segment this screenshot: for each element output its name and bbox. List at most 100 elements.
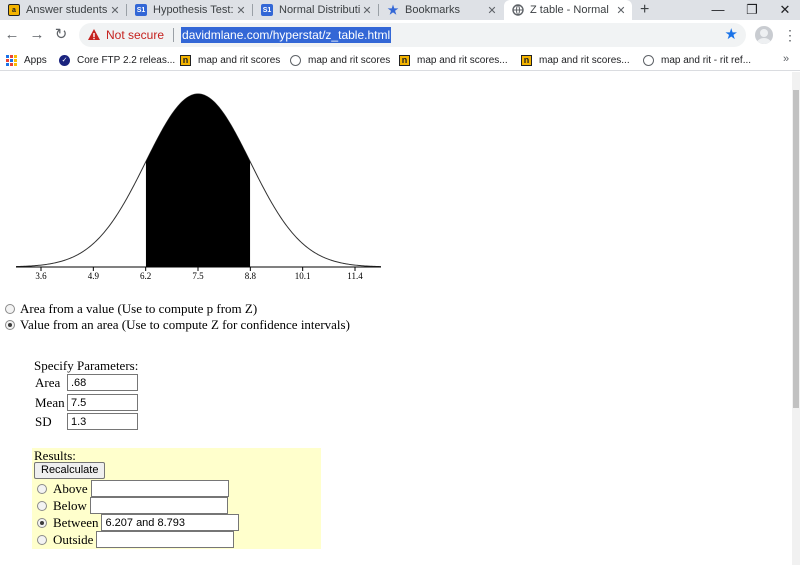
area-input[interactable] — [67, 374, 138, 391]
mode-option-value-from-area[interactable]: Value from an area (Use to compute Z for… — [5, 317, 350, 333]
area-row: Area — [35, 374, 138, 391]
bookmark-label: map and rit scores... — [539, 55, 630, 66]
window-close-icon[interactable]: ✕ — [770, 0, 800, 20]
below-label: Below — [53, 497, 87, 513]
below-radio[interactable] — [37, 500, 47, 511]
bookmark-map-rit-4[interactable]: n map and rit scores... — [521, 53, 630, 68]
bookmark-apps[interactable]: Apps — [6, 53, 47, 68]
address-bar[interactable]: Not secure davidmlane.com/hyperstat/z_ta… — [79, 23, 746, 47]
x-tick-label: 10.1 — [295, 271, 311, 281]
sd-row: SD — [35, 413, 138, 430]
profile-avatar-icon[interactable] — [755, 26, 773, 44]
warning-triangle-icon[interactable] — [87, 28, 101, 42]
page-content: 3.6 4.9 6.2 7.5 8.8 10.1 11.4 Area from a valu… — [0, 72, 792, 565]
star-favicon: ★ — [387, 3, 399, 17]
tab-label: Answer students' — [26, 4, 108, 16]
restore-icon[interactable]: ❐ — [737, 0, 767, 20]
st-favicon: S1 — [135, 4, 147, 16]
x-tick-label: 6.2 — [140, 271, 151, 281]
tab-label: Hypothesis Test: D — [153, 4, 234, 16]
between-output[interactable] — [101, 514, 240, 531]
tab-hypothesis-test[interactable]: S1 Hypothesis Test: D ✕ — [127, 0, 253, 20]
reload-icon[interactable]: ↻ — [50, 24, 72, 46]
bookmark-star-icon[interactable]: ★ — [725, 25, 738, 43]
more-bookmarks-chevron-icon[interactable]: » — [783, 53, 789, 65]
sd-input[interactable] — [67, 413, 138, 430]
result-below-row: Below — [37, 497, 228, 514]
omnibox-divider — [173, 28, 175, 42]
outside-label: Outside — [53, 531, 94, 547]
between-radio[interactable] — [37, 517, 47, 528]
results-panel: Results: Recalculate Above Below Between… — [32, 448, 321, 549]
answer-favicon: a — [8, 4, 20, 16]
close-icon[interactable]: ✕ — [485, 4, 499, 17]
not-secure-label[interactable]: Not secure — [106, 28, 164, 42]
outside-radio[interactable] — [37, 534, 47, 545]
bookmark-label: map and rit scores... — [417, 55, 508, 66]
x-axis-ticks: 3.6 4.9 6.2 7.5 8.8 10.1 11.4 — [35, 267, 363, 281]
mean-row: Mean — [35, 394, 138, 411]
recalculate-button[interactable]: Recalculate — [34, 462, 106, 479]
mode-radio-area-from-value[interactable] — [5, 304, 15, 314]
bookmark-label: map and rit scores — [198, 55, 281, 66]
result-above-row: Above — [37, 480, 229, 497]
bookmark-map-rit-5[interactable]: map and rit - rit ref... — [643, 53, 751, 68]
mode-option-area-from-value[interactable]: Area from a value (Use to compute p from… — [5, 301, 257, 317]
mode-label: Value from an area (Use to compute Z for… — [20, 317, 350, 332]
x-tick-label: 3.6 — [35, 271, 47, 281]
x-tick-label: 4.9 — [88, 271, 100, 281]
shaded-region — [145, 94, 251, 267]
tab-normal-distribution[interactable]: S1 Normal Distributi ✕ — [253, 0, 379, 20]
url-text[interactable]: davidmlane.com/hyperstat/z_table.html — [181, 27, 392, 43]
back-arrow-icon[interactable]: ← — [1, 24, 23, 46]
n-icon: n — [399, 55, 410, 66]
result-between-row: Between — [37, 514, 240, 531]
above-output[interactable] — [90, 480, 229, 497]
parameters-heading: Specify Parameters: — [34, 358, 139, 373]
close-icon[interactable]: ✕ — [360, 4, 374, 17]
close-icon[interactable]: ✕ — [234, 4, 248, 17]
outside-output[interactable] — [96, 531, 235, 548]
globe-icon — [643, 55, 654, 66]
above-label: Above — [53, 480, 88, 496]
bookmark-map-rit-2[interactable]: map and rit scores — [290, 53, 390, 68]
bookmark-label: map and rit - rit ref... — [661, 55, 752, 66]
tab-answer-students[interactable]: a Answer students' ✕ — [0, 0, 127, 20]
ftp-icon: ✓ — [59, 55, 70, 66]
between-label: Between — [53, 514, 99, 530]
below-output[interactable] — [89, 497, 228, 514]
bookmarks-bar: Apps ✓ Core FTP 2.2 releas... n map and … — [0, 50, 800, 71]
minimize-icon[interactable]: — — [703, 0, 733, 20]
mode-radio-value-from-area[interactable] — [5, 320, 15, 330]
tab-strip: a Answer students' ✕ S1 Hypothesis Test:… — [0, 0, 800, 20]
bookmark-map-rit-3[interactable]: n map and rit scores... — [399, 53, 508, 68]
result-outside-row: Outside — [37, 531, 235, 548]
bookmark-map-rit-1[interactable]: n map and rit scores — [180, 53, 280, 68]
mode-label: Area from a value (Use to compute p from… — [20, 301, 258, 316]
st-favicon: S1 — [261, 4, 273, 16]
tab-label: Z table - Normal — [530, 4, 609, 16]
x-tick-label: 7.5 — [192, 271, 204, 281]
bookmark-core-ftp[interactable]: ✓ Core FTP 2.2 releas... — [59, 53, 175, 68]
n-icon: n — [180, 55, 191, 66]
x-tick-label: 11.4 — [347, 271, 363, 281]
scrollbar-thumb[interactable] — [793, 90, 799, 408]
mean-input[interactable] — [67, 394, 138, 411]
browser-toolbar: ← → ↻ Not secure davidmlane.com/hypersta… — [0, 20, 800, 50]
new-tab-plus-icon[interactable]: + — [640, 0, 649, 20]
close-icon[interactable]: ✕ — [614, 4, 628, 17]
forward-arrow-icon[interactable]: → — [26, 24, 48, 46]
bookmark-label: Apps — [24, 55, 47, 66]
globe-icon — [290, 55, 301, 66]
close-icon[interactable]: ✕ — [108, 4, 122, 17]
area-label: Area — [35, 374, 61, 390]
apps-icon — [6, 55, 17, 66]
tab-z-table[interactable]: Z table - Normal ✕ — [504, 0, 632, 20]
tab-bookmarks[interactable]: ★ Bookmarks ✕ — [379, 0, 503, 20]
bookmark-label: map and rit scores — [308, 55, 391, 66]
above-radio[interactable] — [37, 483, 47, 494]
bookmark-label: Core FTP 2.2 releas... — [77, 55, 176, 66]
n-icon: n — [521, 55, 532, 66]
normal-distribution-chart: 3.6 4.9 6.2 7.5 8.8 10.1 11.4 — [15, 93, 382, 281]
kebab-menu-icon[interactable]: ⋮ — [783, 25, 797, 45]
